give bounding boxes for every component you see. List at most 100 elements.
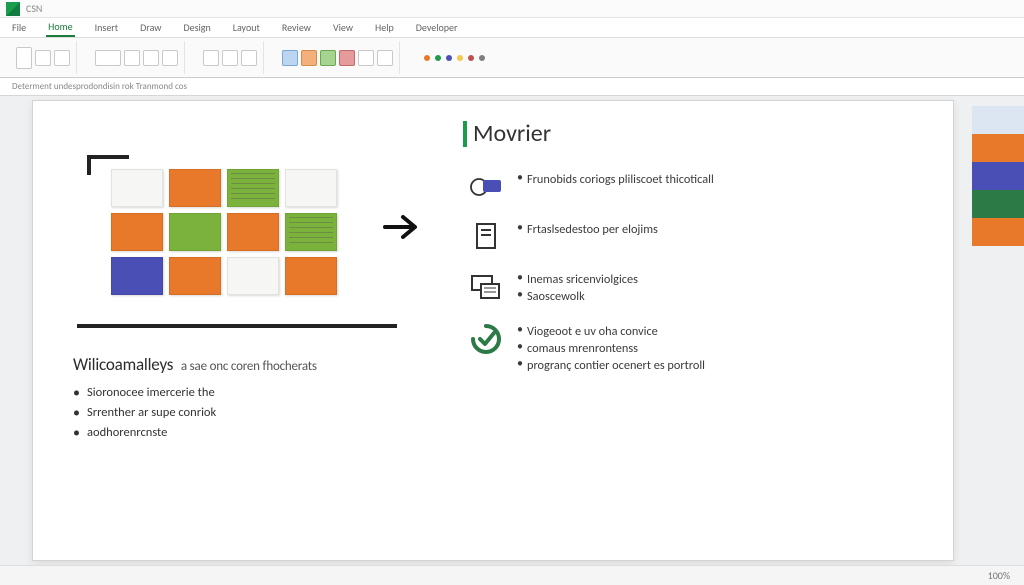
ribbon-tab-review[interactable]: Review — [280, 19, 313, 36]
shape-button-2[interactable] — [301, 50, 317, 66]
list-item: Frunobids coriogs pliliscoet thicoticall — [517, 172, 714, 187]
slide-right-panel: Movrier Frunobids coriogs pliliscoet thi… — [463, 119, 893, 391]
ribbon-tab-home[interactable]: Home — [46, 18, 74, 37]
sticky-note[interactable] — [111, 213, 163, 251]
palette-swatch[interactable] — [972, 190, 1024, 218]
devices-stack-icon — [469, 270, 503, 304]
align-center-button[interactable] — [222, 50, 238, 66]
title-accent-bar — [463, 121, 467, 147]
feature-row: Viogeoot e uv oha convice comaus mrenron… — [469, 322, 893, 375]
bullets-button[interactable] — [241, 50, 257, 66]
checkmark-circle-icon — [469, 322, 503, 356]
feature-row: Inemas sricenviolgices Saoscewolk — [469, 270, 893, 306]
shape-button-3[interactable] — [320, 50, 336, 66]
feature-bullets: Viogeoot e uv oha convice comaus mrenron… — [517, 322, 705, 375]
copy-button[interactable] — [54, 50, 70, 66]
left-title: Wilicoamalleys a sae onc coren fhocherat… — [73, 354, 433, 375]
theme-color-row[interactable] — [418, 55, 491, 61]
palette-swatch[interactable] — [972, 106, 1024, 134]
sticky-note[interactable] — [169, 169, 221, 207]
sticky-note[interactable] — [285, 213, 337, 251]
theme-color-dot[interactable] — [424, 55, 430, 61]
list-item: Inemas sricenviolgices — [517, 272, 638, 287]
right-color-palette — [972, 106, 1024, 246]
sticky-note[interactable] — [227, 169, 279, 207]
ribbon-group-shapes — [276, 41, 400, 74]
italic-button[interactable] — [162, 50, 178, 66]
shape-button-6[interactable] — [377, 50, 393, 66]
document-title: CSN — [26, 2, 42, 15]
sticky-note[interactable] — [227, 257, 279, 295]
feature-bullets: Inemas sricenviolgices Saoscewolk — [517, 270, 638, 306]
chat-bubble-icon — [469, 170, 503, 204]
ribbon-tab-view[interactable]: View — [331, 19, 355, 36]
ribbon-group-font — [89, 41, 185, 74]
font-size-button[interactable] — [124, 50, 140, 66]
ribbon-group-clipboard — [10, 41, 77, 74]
left-bullet-list: Sioronocee imercerie the Srrenther ar su… — [73, 385, 433, 440]
feature-bullets: Frtaslsedestoo per elojims — [517, 220, 658, 239]
list-item: Srrenther ar supe conriok — [73, 405, 433, 420]
status-bar: 100% — [0, 565, 1024, 585]
list-item: aodhorenrcnste — [73, 425, 433, 440]
zoom-level[interactable]: 100% — [988, 569, 1010, 582]
sticky-note[interactable] — [227, 213, 279, 251]
feature-row: Frtaslsedestoo per elojims — [469, 220, 893, 254]
ribbon-tabs: File Home Insert Draw Design Layout Revi… — [0, 18, 1024, 38]
list-item: Frtaslsedestoo per elojims — [517, 222, 658, 237]
sticky-board — [107, 165, 367, 320]
theme-color-dot[interactable] — [446, 55, 452, 61]
formula-bar-text: Determent undesprodondisin rok Tranmond … — [12, 81, 187, 92]
sticky-note[interactable] — [111, 169, 163, 207]
shape-button-1[interactable] — [282, 50, 298, 66]
ribbon-tab-layout[interactable]: Layout — [231, 19, 262, 36]
ribbon-tab-dev[interactable]: Developer — [414, 19, 460, 36]
shape-button-4[interactable] — [339, 50, 355, 66]
list-item: Sioronocee imercerie the — [73, 385, 433, 400]
palette-swatch[interactable] — [972, 134, 1024, 162]
title-bar: CSN — [0, 0, 1024, 18]
theme-color-dot[interactable] — [457, 55, 463, 61]
sticky-note[interactable] — [169, 213, 221, 251]
list-item: Saoscewolk — [517, 289, 638, 304]
ribbon-tab-draw[interactable]: Draw — [138, 19, 163, 36]
left-title-strong: Wilicoamalleys — [73, 354, 173, 375]
sticky-note[interactable] — [285, 257, 337, 295]
left-title-rest: a sae onc coren fhocherats — [181, 359, 317, 374]
bold-button[interactable] — [143, 50, 159, 66]
theme-color-dot[interactable] — [435, 55, 441, 61]
list-item: progranç contier ocenert es portroll — [517, 358, 705, 373]
align-left-button[interactable] — [203, 50, 219, 66]
ribbon-tab-file[interactable]: File — [10, 19, 28, 36]
sticky-note[interactable] — [285, 169, 337, 207]
ribbon-tab-help[interactable]: Help — [373, 19, 396, 36]
theme-color-dot[interactable] — [479, 55, 485, 61]
palette-swatch[interactable] — [972, 162, 1024, 190]
list-item: comaus mrenrontenss — [517, 341, 705, 356]
slide-canvas[interactable]: Wilicoamalleys a sae onc coren fhocherat… — [32, 100, 954, 561]
arrow-right-icon — [383, 213, 423, 241]
list-item: Viogeoot e uv oha convice — [517, 324, 705, 339]
right-title: Movrier — [463, 119, 893, 148]
workspace: Wilicoamalleys a sae onc coren fhocherat… — [0, 96, 1024, 565]
ribbon-group-paragraph — [197, 41, 264, 74]
theme-color-dot[interactable] — [468, 55, 474, 61]
palette-swatch[interactable] — [972, 218, 1024, 246]
sticky-note[interactable] — [111, 257, 163, 295]
paste-button[interactable] — [16, 47, 32, 69]
sticky-note[interactable] — [169, 257, 221, 295]
page-outline-icon — [469, 220, 503, 254]
ribbon-content — [0, 38, 1024, 78]
app-icon — [6, 2, 20, 16]
ribbon-tab-design[interactable]: Design — [181, 19, 212, 36]
ribbon-tab-insert[interactable]: Insert — [93, 19, 121, 36]
feature-bullets: Frunobids coriogs pliliscoet thicoticall — [517, 170, 714, 189]
board-underline — [77, 324, 397, 328]
feature-row: Frunobids coriogs pliliscoet thicoticall — [469, 170, 893, 204]
right-title-text: Movrier — [473, 119, 551, 148]
shape-button-5[interactable] — [358, 50, 374, 66]
slide-left-panel: Wilicoamalleys a sae onc coren fhocherat… — [73, 159, 433, 445]
formula-bar: Determent undesprodondisin rok Tranmond … — [0, 78, 1024, 96]
font-family-button[interactable] — [95, 50, 121, 66]
cut-button[interactable] — [35, 50, 51, 66]
